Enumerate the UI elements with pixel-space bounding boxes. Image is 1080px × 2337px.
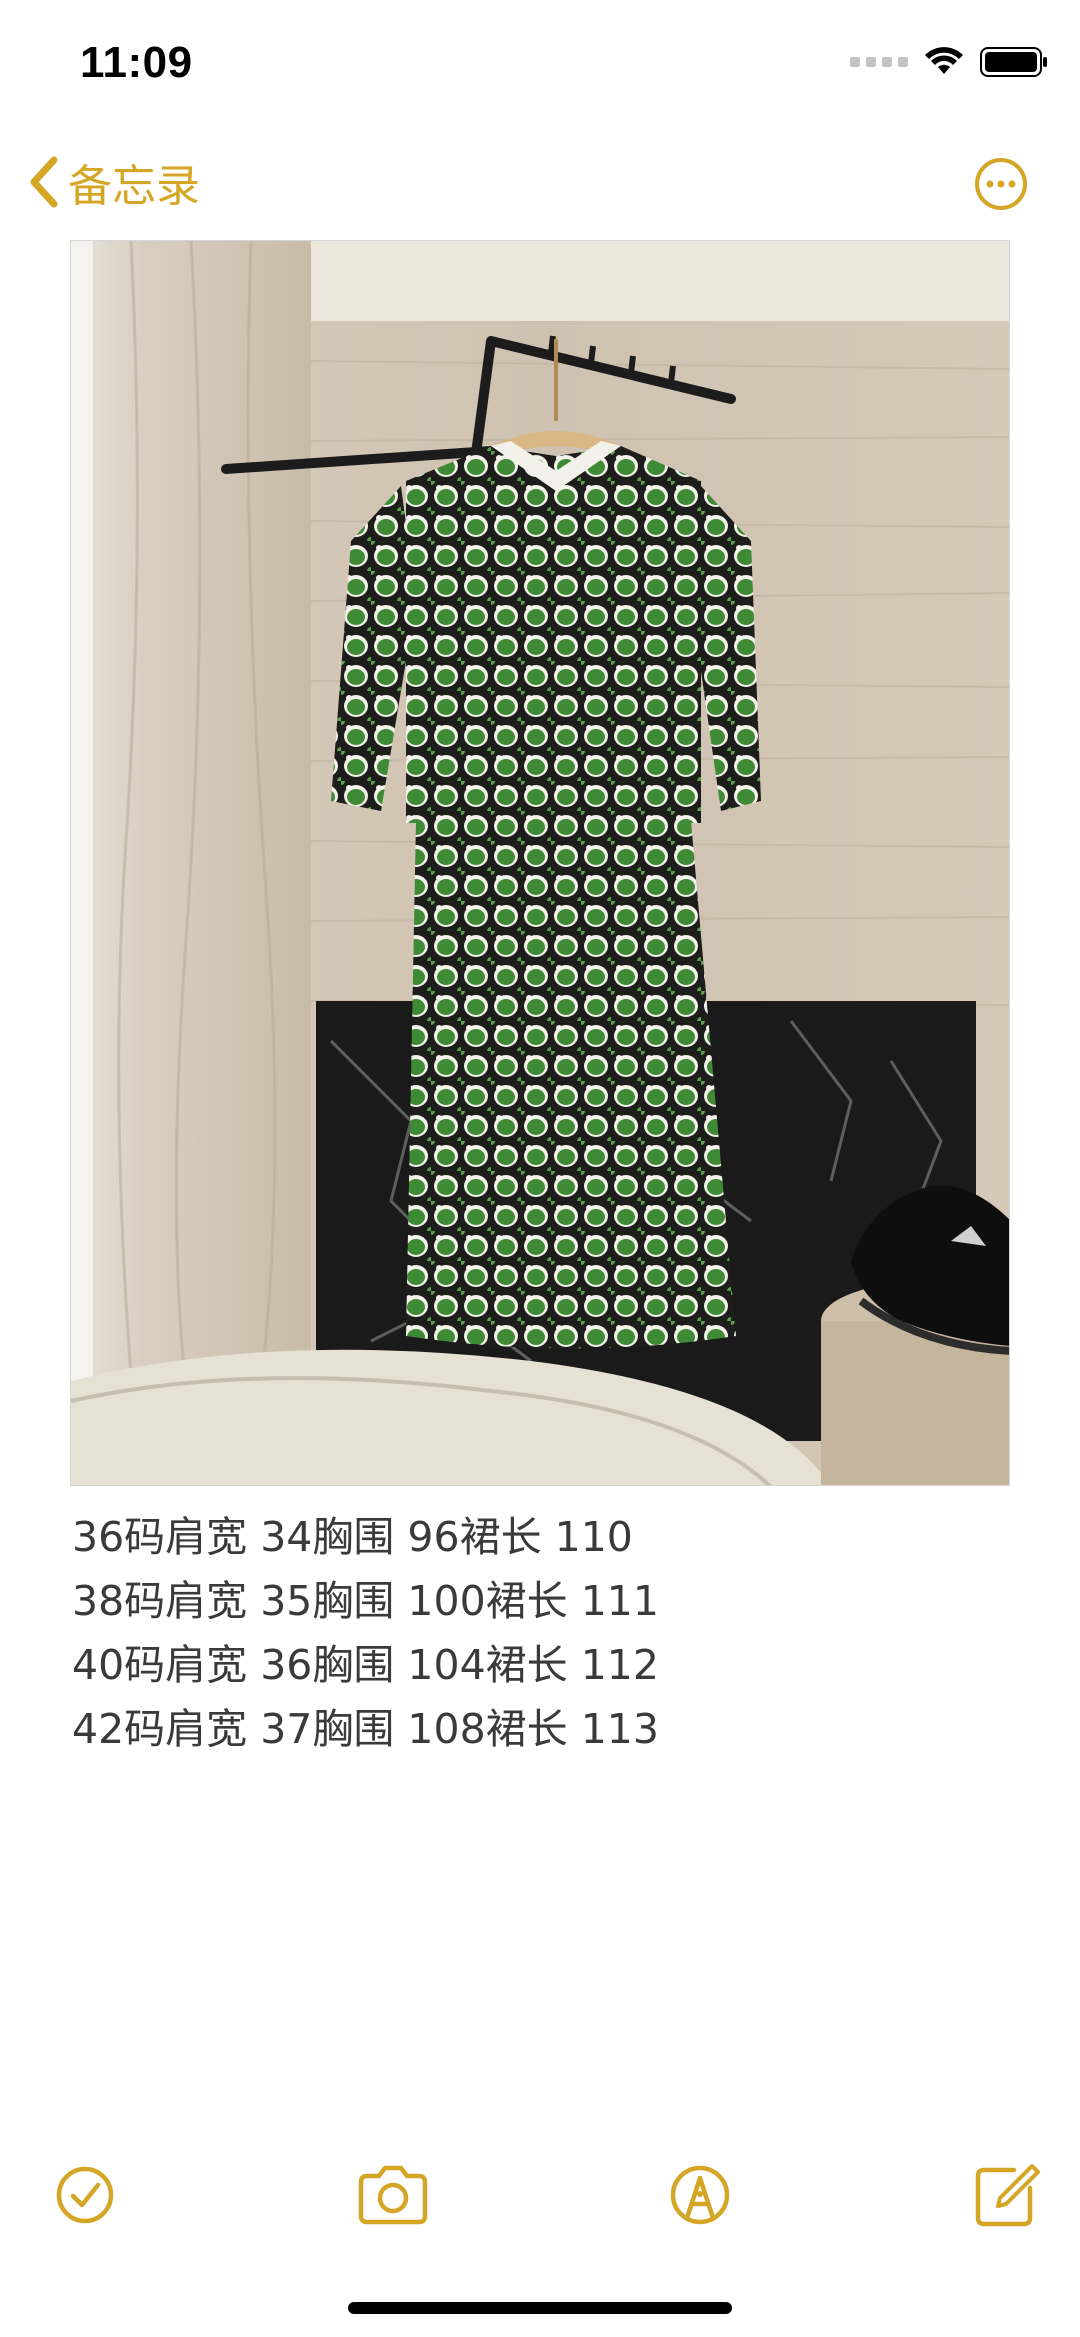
camera-icon[interactable] [355,2160,431,2230]
ellipsis-circle-icon[interactable] [974,157,1028,211]
size-line-38: 38码肩宽 35胸围 100裙长 111 [72,1577,659,1625]
size-line-42: 42码肩宽 37胸围 108裙长 113 [72,1705,659,1753]
notes-screen: 11:09 备忘录 36码肩宽 34胸围 96裙长 110 38码肩宽 35胸围… [0,0,1080,2337]
battery-icon [980,47,1047,77]
home-indicator[interactable] [348,2302,732,2314]
status-time: 11:09 [80,38,193,87]
compose-icon[interactable] [970,2160,1040,2230]
status-indicators [850,46,1050,78]
dress-photo-image [71,241,1009,1485]
back-label: 备忘录 [68,161,200,212]
note-body[interactable]: 36码肩宽 34胸围 96裙长 110 38码肩宽 35胸围 100裙长 111… [72,1505,1012,1761]
chevron-left-icon [30,156,58,208]
note-photo-attachment[interactable] [70,240,1010,1486]
cellular-signal-icon [850,57,908,67]
back-button[interactable]: 备忘录 [28,150,200,214]
checklist-icon[interactable] [50,2160,120,2230]
wifi-icon [925,47,963,74]
size-line-40: 40码肩宽 36胸围 104裙长 112 [72,1641,659,1689]
markup-pen-icon[interactable] [665,2160,735,2230]
size-line-36: 36码肩宽 34胸围 96裙长 110 [72,1513,633,1561]
